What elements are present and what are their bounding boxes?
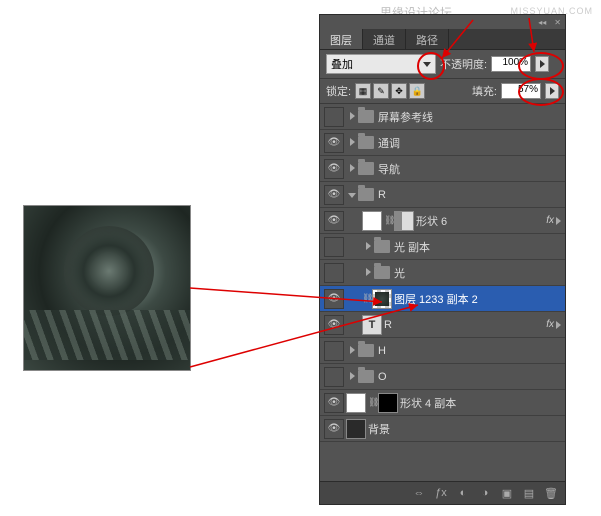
new-layer-icon[interactable]: ▤ xyxy=(521,485,537,501)
blend-mode-value: 叠加 xyxy=(331,56,353,72)
lock-label: 锁定: xyxy=(326,83,351,99)
link-icon: ⛓ xyxy=(362,293,372,304)
layer-name[interactable]: R xyxy=(384,319,546,331)
layer-name[interactable]: 通调 xyxy=(378,135,561,151)
layer-row[interactable]: 导航 xyxy=(320,156,565,182)
layer-row[interactable]: 光 xyxy=(320,260,565,286)
layer-name[interactable]: 屏幕参考线 xyxy=(378,109,561,125)
link-icon: ⛓ xyxy=(384,215,394,226)
layer-name[interactable]: 光 xyxy=(394,265,561,281)
visibility-toggle[interactable] xyxy=(324,133,344,153)
folder-icon xyxy=(358,110,374,123)
fx-expand-icon[interactable] xyxy=(556,217,561,225)
visibility-toggle[interactable] xyxy=(324,341,344,361)
layer-row[interactable]: 屏幕参考线 xyxy=(320,104,565,130)
folder-icon xyxy=(374,266,390,279)
layer-row[interactable]: 光 副本 xyxy=(320,234,565,260)
layer-name[interactable]: 图层 1233 副本 2 xyxy=(394,291,561,307)
fx-badge[interactable]: fx xyxy=(546,215,554,226)
tab-channels[interactable]: 通道 xyxy=(363,29,406,49)
group-icon[interactable]: ▣ xyxy=(499,485,515,501)
layer-name[interactable]: H xyxy=(378,345,561,357)
lock-all-icon[interactable]: 🔒 xyxy=(409,83,425,99)
folder-icon xyxy=(358,136,374,149)
mask-thumb xyxy=(394,211,414,231)
fx-expand-icon[interactable] xyxy=(556,321,561,329)
trash-icon[interactable]: 🗑 xyxy=(543,485,559,501)
layer-name[interactable]: 导航 xyxy=(378,161,561,177)
lock-pixels-icon[interactable]: ✎ xyxy=(373,83,389,99)
panel-menu-bar: ◂◂ ✕ xyxy=(320,15,565,29)
opacity-label: 不透明度: xyxy=(440,56,487,72)
annotation-circle xyxy=(518,78,564,106)
fill-label: 填充: xyxy=(472,83,497,99)
disclosure-triangle[interactable] xyxy=(346,345,358,357)
disclosure-triangle[interactable] xyxy=(346,189,358,201)
preview-thumbnail xyxy=(23,205,191,371)
adjustment-icon[interactable]: ◑ xyxy=(477,485,493,501)
disclosure-triangle[interactable] xyxy=(362,241,374,253)
annotation-circle xyxy=(518,52,564,80)
visibility-toggle[interactable] xyxy=(324,237,344,257)
visibility-toggle[interactable] xyxy=(324,107,344,127)
disclosure-triangle[interactable] xyxy=(346,111,358,123)
layer-row[interactable]: 通调 xyxy=(320,130,565,156)
disclosure-triangle[interactable] xyxy=(346,137,358,149)
visibility-toggle[interactable] xyxy=(324,185,344,205)
layer-name[interactable]: O xyxy=(378,371,561,383)
disclosure-triangle[interactable] xyxy=(346,163,358,175)
layer-name[interactable]: R xyxy=(378,189,561,201)
visibility-toggle[interactable] xyxy=(324,315,344,335)
visibility-toggle[interactable] xyxy=(324,393,344,413)
lock-icons: ▦ ✎ ✥ 🔒 xyxy=(355,83,425,99)
visibility-toggle[interactable] xyxy=(324,263,344,283)
link-layers-icon[interactable]: ⇔ xyxy=(411,485,427,501)
folder-icon xyxy=(358,344,374,357)
visibility-toggle[interactable] xyxy=(324,289,344,309)
folder-icon xyxy=(358,188,374,201)
layer-name[interactable]: 光 副本 xyxy=(394,239,561,255)
layer-thumb xyxy=(346,419,366,439)
panel-tabs: 图层 通道 路径 xyxy=(320,29,565,50)
layer-thumb xyxy=(346,393,366,413)
panel-footer: ⇔ ƒx ◐ ◑ ▣ ▤ 🗑 xyxy=(320,481,565,504)
layer-row[interactable]: ⛓ 形状 4 副本 xyxy=(320,390,565,416)
visibility-toggle[interactable] xyxy=(324,159,344,179)
collapse-icon[interactable]: ◂◂ xyxy=(538,18,546,27)
layer-row[interactable]: ⛓ 图层 1233 副本 2 xyxy=(320,286,565,312)
layer-name[interactable]: 背景 xyxy=(368,421,561,437)
link-icon: ⛓ xyxy=(368,397,378,408)
layers-list: 屏幕参考线通调导航R⛓形状 6fx光 副本光⛓图层 1233 副本 2TRfxH… xyxy=(320,104,565,481)
visibility-toggle[interactable] xyxy=(324,367,344,387)
lock-position-icon[interactable]: ✥ xyxy=(391,83,407,99)
lock-transparent-icon[interactable]: ▦ xyxy=(355,83,371,99)
layer-thumb xyxy=(372,289,392,309)
visibility-toggle[interactable] xyxy=(324,419,344,439)
folder-icon xyxy=(358,370,374,383)
layer-name[interactable]: 形状 4 副本 xyxy=(400,395,561,411)
annotation-circle xyxy=(417,52,445,80)
layer-thumb xyxy=(362,211,382,231)
layer-row[interactable]: 背景 xyxy=(320,416,565,442)
folder-icon xyxy=(374,240,390,253)
layer-name[interactable]: 形状 6 xyxy=(416,213,546,229)
fx-icon[interactable]: ƒx xyxy=(433,485,449,501)
layer-row[interactable]: ⛓ 形状 6fx xyxy=(320,208,565,234)
tab-layers[interactable]: 图层 xyxy=(320,29,363,49)
folder-icon xyxy=(358,162,374,175)
layer-row[interactable]: H xyxy=(320,338,565,364)
close-icon[interactable]: ✕ xyxy=(554,18,561,27)
layer-row[interactable]: TRfx xyxy=(320,312,565,338)
mask-icon[interactable]: ◐ xyxy=(455,485,471,501)
layer-row[interactable]: O xyxy=(320,364,565,390)
disclosure-triangle[interactable] xyxy=(362,267,374,279)
visibility-toggle[interactable] xyxy=(324,211,344,231)
text-layer-icon: T xyxy=(362,315,382,335)
layer-row[interactable]: R xyxy=(320,182,565,208)
tab-paths[interactable]: 路径 xyxy=(406,29,449,49)
disclosure-triangle[interactable] xyxy=(346,371,358,383)
mask-thumb xyxy=(378,393,398,413)
fx-badge[interactable]: fx xyxy=(546,319,554,330)
